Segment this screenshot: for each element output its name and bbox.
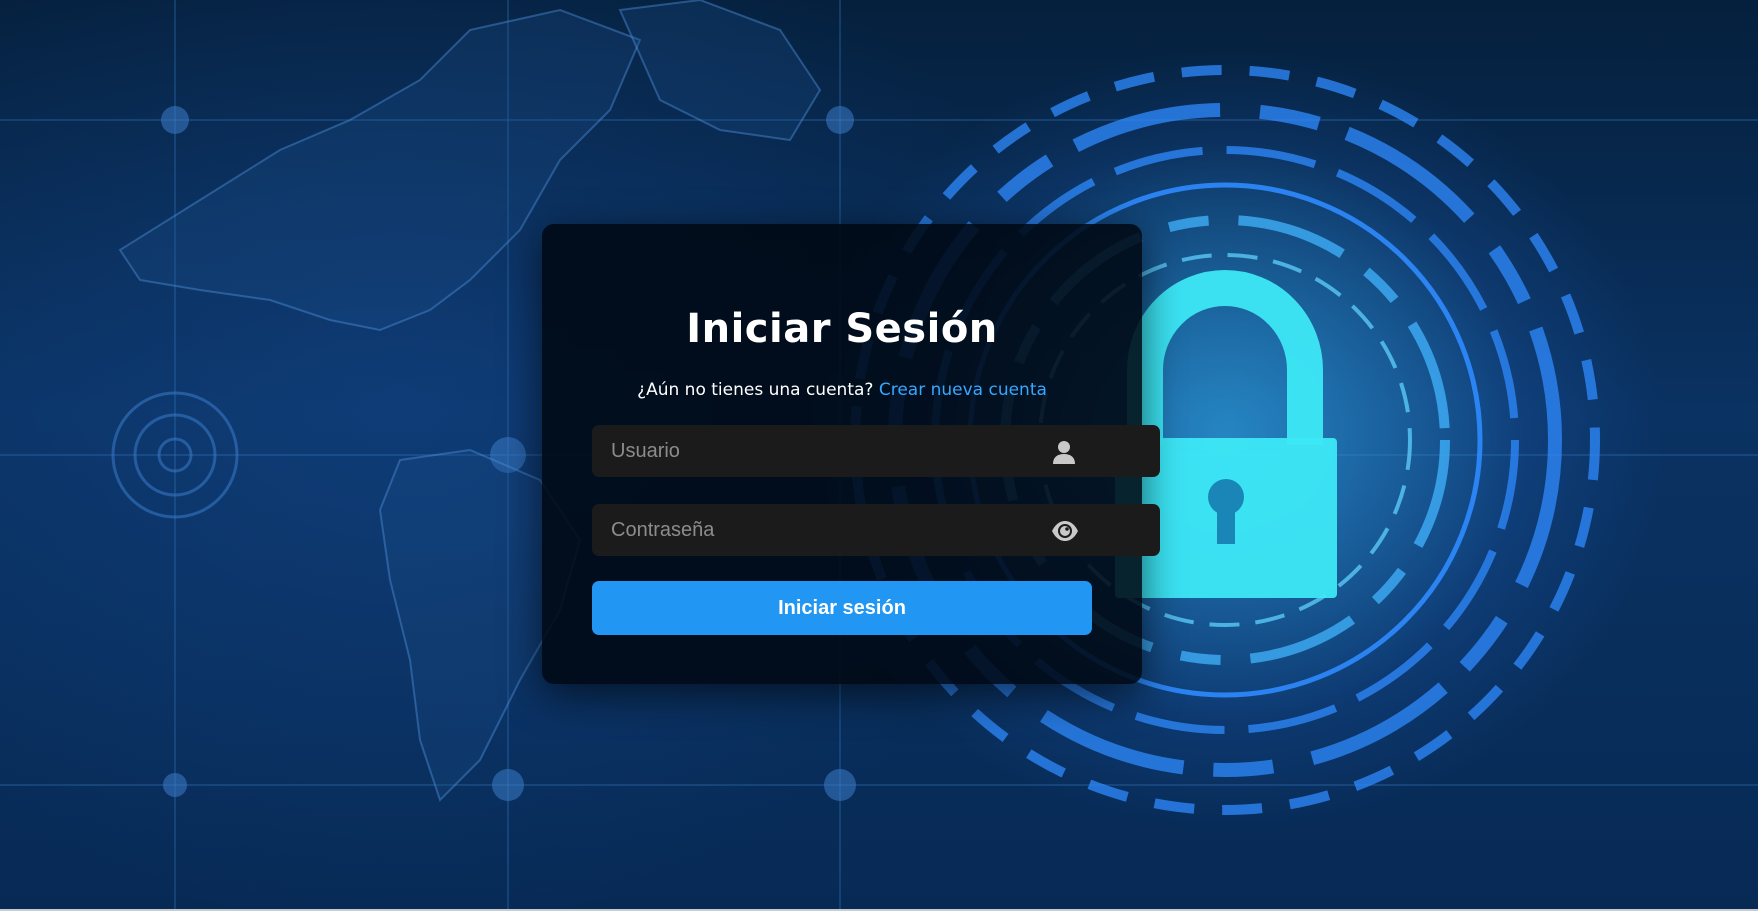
user-icon: [1051, 439, 1077, 465]
username-field[interactable]: [592, 425, 1160, 477]
password-input[interactable]: [592, 504, 1072, 556]
page-title: Iniciar Sesión: [686, 306, 998, 352]
create-account-link[interactable]: Crear nueva cuenta: [879, 380, 1047, 400]
password-field[interactable]: [592, 504, 1160, 556]
username-input[interactable]: [592, 425, 1072, 477]
signup-prompt: ¿Aún no tienes una cuenta? Crear nueva c…: [542, 380, 1142, 400]
login-card: Iniciar Sesión ¿Aún no tienes una cuenta…: [542, 224, 1160, 684]
signup-prompt-text: ¿Aún no tienes una cuenta?: [637, 380, 874, 400]
eye-icon[interactable]: [1051, 518, 1078, 544]
login-button[interactable]: Iniciar sesión: [592, 581, 1092, 635]
